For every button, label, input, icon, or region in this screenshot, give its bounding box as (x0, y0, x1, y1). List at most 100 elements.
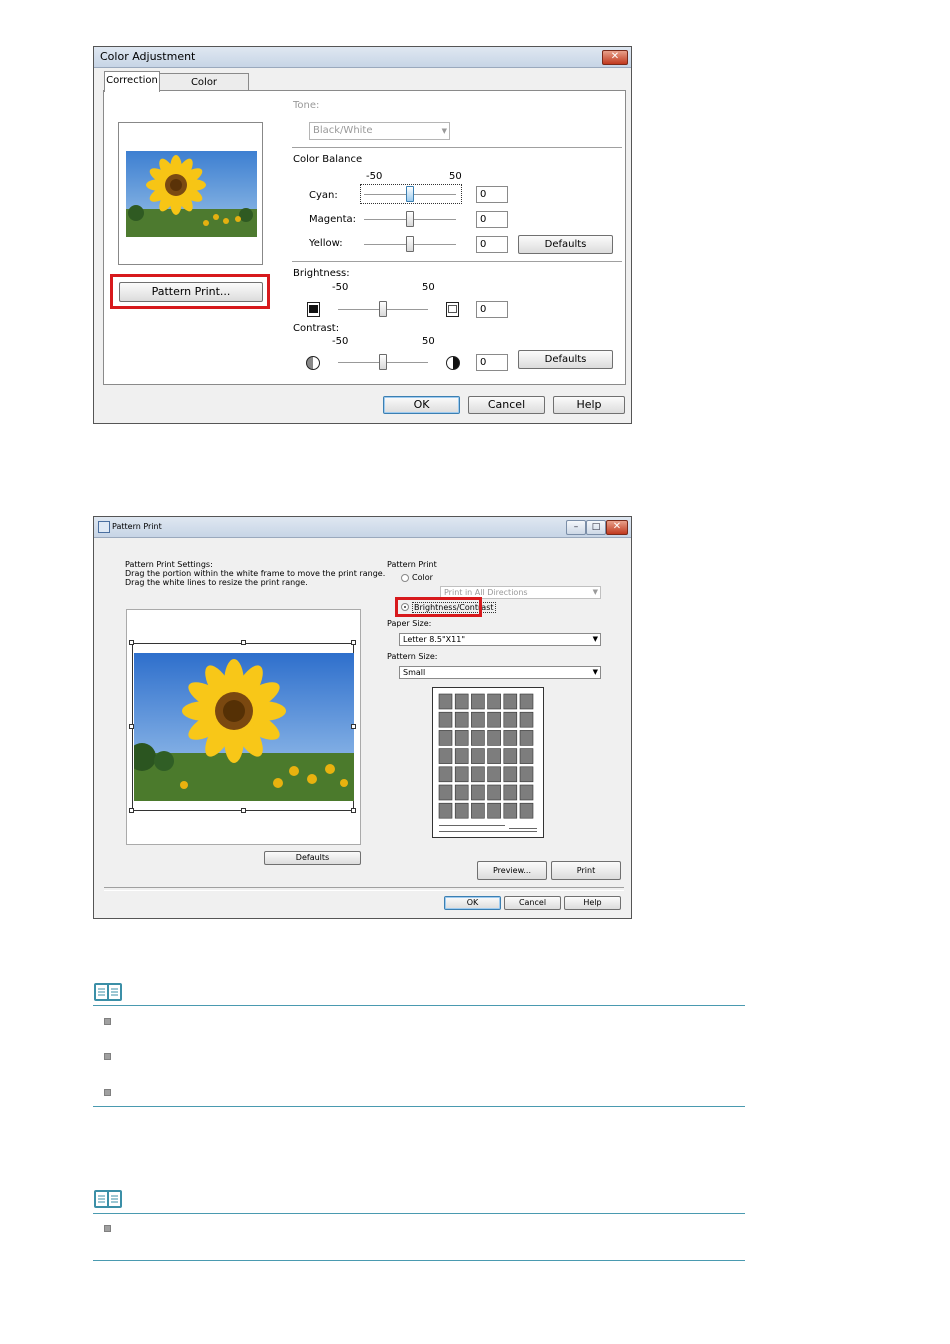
pattern-cell (503, 730, 518, 746)
highlight-box-pattern-print (110, 274, 270, 309)
note-icon (93, 982, 123, 1006)
resize-handle[interactable] (241, 640, 246, 645)
pattern-print-dialog: Pattern Print – □ ✕ Pattern Print Settin… (93, 516, 632, 919)
contrast-low-icon (306, 356, 320, 370)
dialog-title: Pattern Print (112, 522, 162, 531)
resize-handle[interactable] (129, 724, 134, 729)
bullet-icon (104, 1089, 111, 1096)
brightness-slider-thumb[interactable] (379, 301, 387, 317)
pattern-cell (503, 802, 518, 819)
pattern-cell (454, 711, 469, 728)
pattern-cell (438, 802, 453, 819)
cancel-button[interactable]: Cancel (468, 396, 545, 414)
chevron-down-icon: ▼ (441, 127, 447, 135)
tab-color-management[interactable]: Color Management (159, 73, 249, 105)
pattern-cell (454, 693, 469, 710)
contrast-defaults-button[interactable]: Defaults (518, 350, 613, 369)
pattern-cell (454, 766, 469, 783)
minimize-button[interactable]: – (566, 520, 586, 535)
separator (104, 887, 624, 891)
direction-select-value: Print in All Directions (444, 588, 528, 597)
settings-heading: Pattern Print Settings: (125, 560, 213, 569)
maximize-button[interactable]: □ (586, 520, 606, 535)
chevron-down-icon: ▼ (592, 668, 598, 676)
color-radio[interactable] (401, 574, 409, 582)
tab-correction[interactable]: Correction (104, 71, 160, 92)
contrast-high-icon (446, 356, 460, 370)
paper-size-label: Paper Size: (387, 619, 432, 628)
note-icon (93, 1189, 123, 1213)
note-top-rule (93, 1213, 745, 1214)
ok-button[interactable]: OK (444, 896, 501, 910)
scale-max-label: 50 (449, 171, 462, 182)
pattern-preview-image (134, 653, 354, 801)
magenta-label: Magenta: (309, 214, 357, 225)
contrast-scale-max: 50 (422, 336, 435, 347)
resize-handle[interactable] (129, 640, 134, 645)
pattern-cell (454, 730, 469, 746)
close-button[interactable]: ✕ (602, 50, 628, 65)
cyan-value-field[interactable]: 0 (476, 186, 508, 203)
resize-handle[interactable] (351, 808, 356, 813)
pattern-cell (438, 730, 453, 746)
tone-select[interactable]: Black/White ▼ (309, 122, 450, 140)
pattern-cell (487, 784, 501, 801)
bullet-icon (104, 1225, 111, 1232)
color-radio-label: Color (412, 573, 433, 582)
contrast-value-field[interactable]: 0 (476, 354, 508, 371)
cyan-slider-thumb[interactable] (406, 186, 414, 202)
pattern-cell (487, 730, 501, 746)
magenta-slider-thumb[interactable] (406, 211, 414, 227)
pattern-cell (519, 693, 534, 710)
paper-size-select[interactable]: Letter 8.5"X11" ▼ (399, 633, 601, 646)
pattern-cell (519, 784, 534, 801)
resize-handle[interactable] (241, 808, 246, 813)
help-button[interactable]: Help (564, 896, 621, 910)
pattern-cell (471, 766, 485, 783)
yellow-slider-thumb[interactable] (406, 236, 414, 252)
bullet-icon (104, 1018, 111, 1025)
help-button[interactable]: Help (553, 396, 625, 414)
pattern-cell (454, 802, 469, 819)
pattern-cell (503, 766, 518, 783)
magenta-value-field[interactable]: 0 (476, 211, 508, 228)
pattern-cell (519, 802, 534, 819)
contrast-slider-thumb[interactable] (379, 354, 387, 370)
settings-instruction-1: Drag the portion within the white frame … (125, 569, 386, 578)
brightness-scale-max: 50 (422, 282, 435, 293)
pattern-cell (454, 784, 469, 801)
app-icon (98, 521, 110, 533)
tone-label: Tone: (293, 100, 320, 111)
cyan-label: Cyan: (309, 190, 338, 201)
color-adjustment-dialog: Color Adjustment ✕ Correction Color Mana… (93, 46, 632, 424)
pattern-cell (471, 711, 485, 728)
brightness-light-icon (446, 302, 459, 317)
print-button[interactable]: Print (551, 861, 621, 880)
color-balance-defaults-button[interactable]: Defaults (518, 235, 613, 254)
pattern-cell (471, 802, 485, 819)
chevron-down-icon: ▼ (592, 635, 598, 643)
contrast-label: Contrast: (293, 323, 340, 334)
preview-button[interactable]: Preview... (477, 861, 547, 880)
highlight-box-brightness-contrast (395, 597, 482, 617)
resize-handle[interactable] (351, 724, 356, 729)
close-button[interactable]: ✕ (606, 520, 628, 535)
resize-handle[interactable] (129, 808, 134, 813)
note-bottom-rule (93, 1260, 745, 1261)
pattern-cell (487, 766, 501, 783)
pattern-cell (471, 730, 485, 746)
resize-handle[interactable] (351, 640, 356, 645)
ok-button[interactable]: OK (383, 396, 460, 414)
pattern-cell (454, 748, 469, 764)
pattern-cell (503, 693, 518, 710)
contrast-scale-min: -50 (332, 336, 349, 347)
separator (292, 261, 622, 265)
cancel-button[interactable]: Cancel (504, 896, 561, 910)
bullet-icon (104, 1053, 111, 1060)
pattern-defaults-button[interactable]: Defaults (264, 851, 361, 865)
pattern-size-select[interactable]: Small ▼ (399, 666, 601, 679)
preview-image (126, 151, 257, 237)
yellow-value-field[interactable]: 0 (476, 236, 508, 253)
pattern-cell (438, 693, 453, 710)
brightness-value-field[interactable]: 0 (476, 301, 508, 318)
